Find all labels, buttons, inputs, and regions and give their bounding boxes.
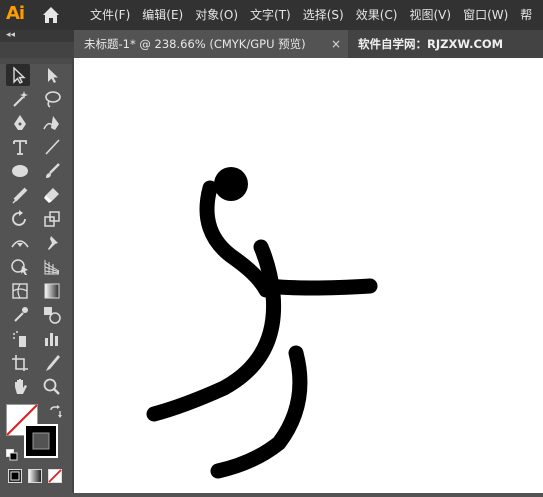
gradient-tool[interactable] [40,280,64,302]
artwork-crossbar-stroke [261,278,378,296]
menu-type[interactable]: 文字(T) [248,0,299,30]
panel-collapse-button[interactable]: ◂◂ [0,30,74,42]
artboard-canvas[interactable] [74,58,543,493]
tab-close-button[interactable]: × [330,37,342,51]
ellipse-icon [12,165,28,177]
symbol-sprayer-tool[interactable] [8,328,32,350]
collapse-icon: ◂◂ [6,30,16,40]
menu-object[interactable]: 对象(O) [193,0,246,30]
selection-tool[interactable] [6,64,30,86]
menu-window[interactable]: 窗口(W) [461,0,516,30]
shaper-tool[interactable] [8,184,32,206]
blend-tool[interactable] [40,304,64,326]
app-logo: Ai [6,3,25,24]
stroke-black-icon [24,424,58,458]
eyedropper-icon [14,307,28,322]
artwork-upper-arm-stroke [199,180,274,298]
rotate-icon [12,210,26,226]
tab-label: 未标题-1* @ 238.66% (CMYK/GPU 预览) [84,37,306,51]
direct-selection-tool[interactable] [40,64,64,86]
mesh-tool[interactable] [8,280,32,302]
artwork-body-stroke [146,286,282,422]
curvature-tool[interactable] [40,112,64,134]
hand-icon [15,379,27,394]
tab-document-other[interactable]: 软件自学网：RJZXW.COM [358,30,503,58]
selection-arrow-icon [13,66,26,84]
perspective-grid-tool[interactable] [40,256,64,278]
zoom-tool[interactable] [40,376,64,398]
shape-builder-tool[interactable] [8,256,32,278]
curvature-icon [43,116,59,130]
line-segment-tool[interactable] [40,136,64,158]
gradient-mode-button[interactable] [28,468,42,483]
menu-list: 文件(F) 编辑(E) 对象(O) 文字(T) 选择(S) 效果(C) 视图(V… [88,0,542,30]
type-icon [13,140,27,155]
swap-fill-stroke-button[interactable] [48,404,64,418]
zoom-magnifier-icon [43,378,60,395]
direct-selection-arrow-icon [48,68,58,83]
perspective-grid-icon [44,260,60,275]
column-graph-tool[interactable] [40,328,64,350]
shaper-icon [12,187,28,204]
menu-effect[interactable]: 效果(C) [354,0,406,30]
menu-edit[interactable]: 编辑(E) [140,0,191,30]
menu-bar: Ai 文件(F) 编辑(E) 对象(O) 文字(T) 选择(S) 效果(C) 视… [0,0,543,30]
magic-wand-tool[interactable] [8,88,32,110]
magic-wand-icon [13,91,28,107]
eraser-icon [44,188,59,203]
artwork [146,167,378,479]
lasso-tool[interactable] [40,88,64,110]
artboard-icon [12,355,28,371]
gradient-mode-icon [28,469,42,483]
none-mode-icon [48,469,62,483]
lasso-icon [45,91,61,108]
artwork-leg-stroke [210,345,308,479]
menu-select[interactable]: 选择(S) [301,0,352,30]
gradient-icon [44,283,60,299]
tab-document-active[interactable]: 未标题-1* @ 238.66% (CMYK/GPU 预览) [74,30,348,58]
eyedropper-tool[interactable] [8,304,32,326]
rotate-tool[interactable] [8,208,32,230]
scale-tool[interactable] [40,208,64,230]
type-tool[interactable] [8,136,32,158]
home-button[interactable] [40,5,62,25]
ellipse-tool[interactable] [8,160,32,182]
shape-builder-icon [11,259,28,275]
line-segment-icon [45,139,60,155]
home-icon [43,7,59,23]
slice-knife-icon [46,355,60,371]
scale-icon [44,211,60,227]
default-colors-icon [6,449,18,461]
slice-tool[interactable] [40,352,64,374]
color-mode-button[interactable] [8,468,22,483]
column-graph-icon [45,333,58,346]
mesh-icon [12,283,28,299]
hand-tool[interactable] [8,376,32,398]
puppet-warp-pin-icon [48,236,58,250]
stroke-swatch[interactable] [24,424,58,458]
symbol-sprayer-icon [13,331,26,347]
artwork-dot [214,167,248,201]
width-icon [11,240,29,248]
paintbrush-tool[interactable] [40,160,64,182]
puppet-warp-tool[interactable] [40,232,64,254]
menu-help[interactable]: 帮 [518,0,540,30]
pen-tool[interactable] [8,112,32,134]
tools-panel [0,58,72,493]
menu-file[interactable]: 文件(F) [88,0,138,30]
default-fill-stroke-button[interactable] [6,446,18,461]
pen-icon [14,115,26,130]
artboard-tool[interactable] [8,352,32,374]
color-mode-icon [8,469,22,483]
blend-icon [44,307,61,324]
swap-arrow-icon [50,405,62,418]
width-tool[interactable] [8,232,32,254]
none-mode-button[interactable] [48,468,62,483]
menu-view[interactable]: 视图(V) [407,0,459,30]
paintbrush-icon [46,163,60,178]
eraser-tool[interactable] [40,184,64,206]
